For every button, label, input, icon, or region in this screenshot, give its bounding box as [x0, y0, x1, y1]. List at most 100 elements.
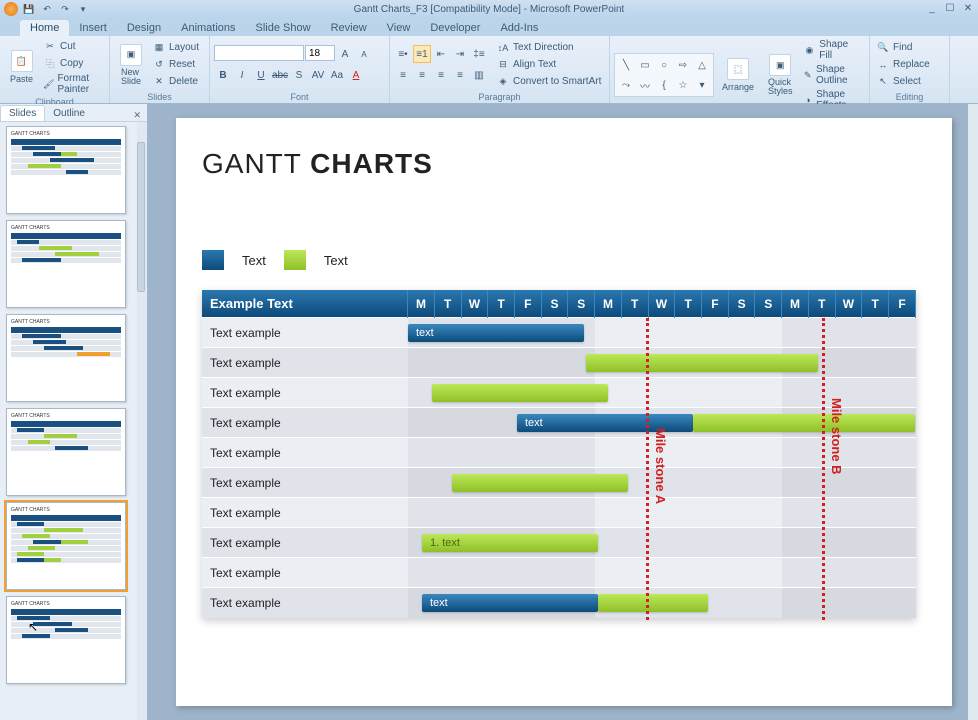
outline-icon: ✎ [803, 68, 813, 82]
copy-button[interactable]: ⿻Copy [41, 55, 105, 71]
tab-outline-panel[interactable]: Outline [45, 106, 93, 121]
legend-swatch-green [284, 250, 306, 270]
cut-button[interactable]: ✂Cut [41, 38, 105, 54]
slide-canvas[interactable]: GANTT CHARTS Text Text Example Text M T … [176, 118, 952, 706]
slide-thumbnail[interactable]: GANTT CHARTS [6, 596, 126, 684]
slide-editor[interactable]: GANTT CHARTS Text Text Example Text M T … [148, 104, 978, 720]
find-button[interactable]: 🔍Find [874, 40, 932, 56]
shape-oval-icon[interactable]: ○ [655, 56, 673, 74]
shape-outline-button[interactable]: ✎Shape Outline [801, 63, 865, 87]
paste-button[interactable]: 📋 Paste [4, 48, 39, 86]
align-left-button[interactable]: ≡ [394, 66, 412, 84]
shape-triangle-icon[interactable]: △ [693, 56, 711, 74]
font-color-button[interactable]: A [347, 66, 365, 84]
change-case-button[interactable]: Aa [328, 66, 346, 84]
tab-review[interactable]: Review [321, 20, 377, 36]
delete-button[interactable]: ✕Delete [150, 74, 201, 90]
window-controls: _ ☐ ✕ [924, 1, 976, 15]
panel-close-icon[interactable]: ✕ [127, 110, 147, 121]
char-spacing-button[interactable]: AV [309, 66, 327, 84]
align-text-button[interactable]: ⊟Align Text [494, 57, 603, 73]
tab-developer[interactable]: Developer [420, 20, 490, 36]
legend-label-1: Text [242, 253, 266, 268]
layout-button[interactable]: ▦Layout [150, 40, 201, 56]
shapes-gallery[interactable]: ╲▭○⇨△ ⤳〰{☆▾ [614, 53, 714, 97]
shadow-button[interactable]: S [290, 66, 308, 84]
shape-brace-icon[interactable]: { [655, 76, 673, 94]
select-button[interactable]: ↖Select [874, 74, 932, 90]
shape-fill-button[interactable]: ◉Shape Fill [801, 38, 865, 62]
align-center-button[interactable]: ≡ [413, 66, 431, 84]
slide-title[interactable]: GANTT CHARTS [202, 148, 926, 180]
brush-icon: 🖌 [43, 77, 54, 91]
slide-panel-tabs: Slides Outline ✕ [0, 104, 147, 122]
columns-button[interactable]: ▥ [470, 66, 488, 84]
smartart-icon: ◈ [496, 75, 510, 89]
bold-button[interactable]: B [214, 66, 232, 84]
tab-design[interactable]: Design [117, 20, 171, 36]
numbering-button[interactable]: ≡1 [413, 45, 431, 63]
line-spacing-button[interactable]: ‡≡ [470, 45, 488, 63]
paste-label: Paste [10, 74, 33, 84]
align-right-button[interactable]: ≡ [432, 66, 450, 84]
shape-star-icon[interactable]: ☆ [674, 76, 692, 94]
strikethrough-button[interactable]: abc [271, 66, 289, 84]
slide-thumbnail[interactable]: GANTT CHARTS [6, 126, 126, 214]
tab-addins[interactable]: Add-Ins [490, 20, 548, 36]
minimize-button[interactable]: _ [924, 1, 940, 15]
milestone-a[interactable]: Mile stone A [646, 318, 649, 620]
italic-button[interactable]: I [233, 66, 251, 84]
editor-scrollbar[interactable] [968, 104, 978, 720]
group-drawing: ╲▭○⇨△ ⤳〰{☆▾ ⿴Arrange ▣Quick Styles ◉Shap… [610, 36, 870, 103]
group-font: 18 A A B I U abc S AV Aa A Font [210, 36, 390, 103]
tab-slide-show[interactable]: Slide Show [246, 20, 321, 36]
tab-insert[interactable]: Insert [69, 20, 117, 36]
milestone-b[interactable]: Mile stone B [822, 318, 825, 620]
shape-rect-icon[interactable]: ▭ [636, 56, 654, 74]
reset-button[interactable]: ↺Reset [150, 57, 201, 73]
replace-button[interactable]: ↔Replace [874, 57, 932, 73]
legend-label-2: Text [324, 253, 348, 268]
quick-styles-button[interactable]: ▣Quick Styles [762, 52, 799, 98]
format-painter-button[interactable]: 🖌Format Painter [41, 72, 105, 96]
font-label: Font [214, 91, 385, 103]
convert-smartart-button[interactable]: ◈Convert to SmartArt [494, 74, 603, 90]
shape-arrow-icon[interactable]: ⇨ [674, 56, 692, 74]
shape-line-icon[interactable]: ╲ [617, 56, 635, 74]
slide-thumbnail[interactable]: GANTT CHARTS [6, 502, 126, 590]
tab-slides-panel[interactable]: Slides [0, 105, 45, 121]
text-direction-button[interactable]: ↕AText Direction [494, 40, 603, 56]
justify-button[interactable]: ≡ [451, 66, 469, 84]
replace-icon: ↔ [876, 58, 890, 72]
font-size-combo[interactable]: 18 [305, 45, 335, 61]
slide-thumbnail[interactable]: GANTT CHARTS [6, 314, 126, 402]
decrease-indent-button[interactable]: ⇤ [432, 45, 450, 63]
shape-curve-icon[interactable]: 〰 [636, 76, 654, 94]
copy-icon: ⿻ [43, 56, 57, 70]
gantt-chart[interactable]: Example Text M T W T F S S M T W T [202, 290, 926, 618]
new-slide-button[interactable]: ▣ New Slide [114, 42, 148, 88]
close-button[interactable]: ✕ [960, 1, 976, 15]
grow-font-button[interactable]: A [336, 45, 354, 63]
tab-view[interactable]: View [377, 20, 421, 36]
shape-more-icon[interactable]: ▾ [693, 76, 711, 94]
thumbnail-scrollbar[interactable] [137, 122, 147, 720]
increase-indent-button[interactable]: ⇥ [451, 45, 469, 63]
shape-connector-icon[interactable]: ⤳ [617, 76, 635, 94]
task-label: Text example [202, 528, 408, 558]
task-label: Text example [202, 498, 408, 528]
font-family-combo[interactable] [214, 45, 304, 61]
find-icon: 🔍 [876, 41, 890, 55]
tab-animations[interactable]: Animations [171, 20, 245, 36]
legend: Text Text [202, 250, 926, 270]
shrink-font-button[interactable]: A [355, 45, 373, 63]
slide-thumbnail[interactable]: GANTT CHARTS [6, 220, 126, 308]
arrange-button[interactable]: ⿴Arrange [716, 56, 760, 94]
maximize-button[interactable]: ☐ [942, 1, 958, 15]
underline-button[interactable]: U [252, 66, 270, 84]
tab-home[interactable]: Home [20, 20, 69, 36]
slide-thumbnail[interactable]: GANTT CHARTS [6, 408, 126, 496]
task-label: Text example [202, 408, 408, 438]
bullets-button[interactable]: ≡• [394, 45, 412, 63]
layout-icon: ▦ [152, 41, 166, 55]
